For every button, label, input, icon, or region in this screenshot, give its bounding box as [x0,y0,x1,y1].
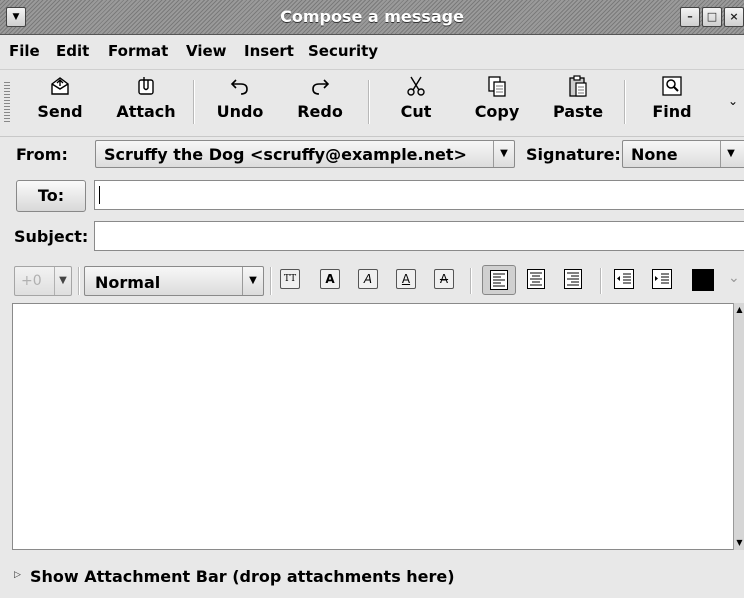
toolbar-separator [78,267,80,295]
text-smaller-button[interactable]: TT [280,269,300,289]
strikethrough-button[interactable]: A [434,269,454,289]
font-size-value: +0 [21,273,42,289]
magnifier-icon [662,76,682,96]
bold-icon: A [325,272,335,286]
minimize-button[interactable]: – [680,7,700,27]
maximize-button[interactable]: □ [702,7,722,27]
underline-button[interactable]: A [396,269,416,289]
window-menu-button[interactable]: ▼ [6,7,26,27]
menu-file[interactable]: File [9,42,40,60]
chevron-down-icon: ⌄ [728,270,740,286]
menu-bar: File Edit Format View Insert Security [0,35,744,70]
send-icon [51,77,69,95]
menu-format[interactable]: Format [108,42,168,60]
text-color-swatch[interactable] [692,269,714,291]
signature-label: Signature: [526,145,621,164]
attach-label: Attach [116,102,176,121]
chevron-down-icon: ▼ [493,141,514,167]
scissors-icon [407,76,425,96]
to-input[interactable] [94,180,744,210]
cut-button[interactable]: Cut [388,74,444,121]
chevron-down-icon: ▼ [242,267,263,295]
signature-value: None [631,145,678,164]
bold-button[interactable]: A [320,269,340,289]
attach-button[interactable]: Attach [110,74,182,121]
align-right-icon[interactable] [564,269,582,289]
maximize-icon: □ [706,10,718,23]
italic-icon: A [363,272,373,286]
align-left-button[interactable] [482,265,516,295]
close-button[interactable]: × [724,7,744,27]
copy-icon [488,76,506,97]
from-value: Scruffy the Dog <scruffy@example.net> [104,145,467,164]
cut-label: Cut [400,102,432,121]
toolbar-separator [270,267,272,295]
redo-button[interactable]: Redo [290,74,350,121]
redo-label: Redo [297,102,343,121]
toolbar-grip[interactable] [4,82,10,122]
find-label: Find [652,102,692,121]
to-button[interactable]: To: [16,180,86,212]
toolbar-separator [470,268,472,294]
toolbar-separator [600,268,602,294]
strikethrough-icon: A [439,272,449,286]
paragraph-style-value: Normal [95,273,161,292]
from-label: From: [16,145,68,164]
toolbar-separator [368,80,370,124]
align-left-icon [490,270,508,290]
window-title: Compose a message [280,7,464,26]
toolbar-overflow-button[interactable]: ⌄ [728,94,738,108]
chevron-down-icon: ▼ [720,141,741,167]
redo-icon [312,79,330,95]
subject-label: Subject: [14,227,89,246]
find-button[interactable]: Find [644,74,700,121]
align-center-icon[interactable] [527,269,545,289]
toolbar-separator [624,80,626,124]
signature-select[interactable]: None ▼ [622,140,744,168]
subject-input[interactable] [94,221,744,251]
from-select[interactable]: Scruffy the Dog <scruffy@example.net> ▼ [95,140,515,168]
menu-view[interactable]: View [186,42,227,60]
message-body-editor[interactable] [12,303,734,550]
attachment-bar[interactable]: ▷ Show Attachment Bar (drop attachments … [0,562,744,596]
paperclip-icon [138,77,154,95]
underline-icon: A [401,272,411,286]
chevron-down-icon: ▼ [54,267,71,295]
close-icon: × [729,10,739,23]
italic-button[interactable]: A [358,269,378,289]
editor-scrollbar[interactable]: ▲ ▼ [733,303,744,550]
format-overflow-button[interactable]: ⌄ [728,270,740,286]
scroll-up-arrow[interactable]: ▲ [735,304,744,316]
menu-edit[interactable]: Edit [56,42,89,60]
undo-label: Undo [216,102,264,121]
font-size-icon: TT [283,274,297,284]
menu-security[interactable]: Security [308,42,378,60]
attachment-bar-label: Show Attachment Bar (drop attachments he… [30,567,455,586]
undo-icon [230,79,248,95]
to-button-label: To: [37,186,65,205]
chevron-down-icon: ▼ [12,12,20,22]
paste-label: Paste [552,102,604,121]
copy-button[interactable]: Copy [466,74,528,121]
chevron-down-icon: ⌄ [728,94,739,108]
paragraph-style-select[interactable]: Normal ▼ [84,266,264,296]
expander-arrow-icon: ▷ [14,570,21,580]
main-toolbar: Send Attach Undo Redo Cut Copy Paste Fin… [0,70,744,137]
send-label: Send [37,102,83,121]
copy-label: Copy [474,102,520,121]
font-size-select[interactable]: +0 ▼ [14,266,72,296]
toolbar-separator [193,80,195,124]
outdent-icon[interactable] [614,269,634,289]
menu-insert[interactable]: Insert [244,42,294,60]
text-cursor [99,186,100,204]
undo-button[interactable]: Undo [210,74,270,121]
title-bar[interactable]: Compose a message ▼ – □ × [0,0,744,35]
paste-button[interactable]: Paste [547,74,609,121]
clipboard-icon [569,75,587,97]
indent-icon[interactable] [652,269,672,289]
minimize-icon: – [687,10,693,23]
scroll-down-arrow[interactable]: ▼ [735,537,744,549]
send-button[interactable]: Send [30,74,90,121]
